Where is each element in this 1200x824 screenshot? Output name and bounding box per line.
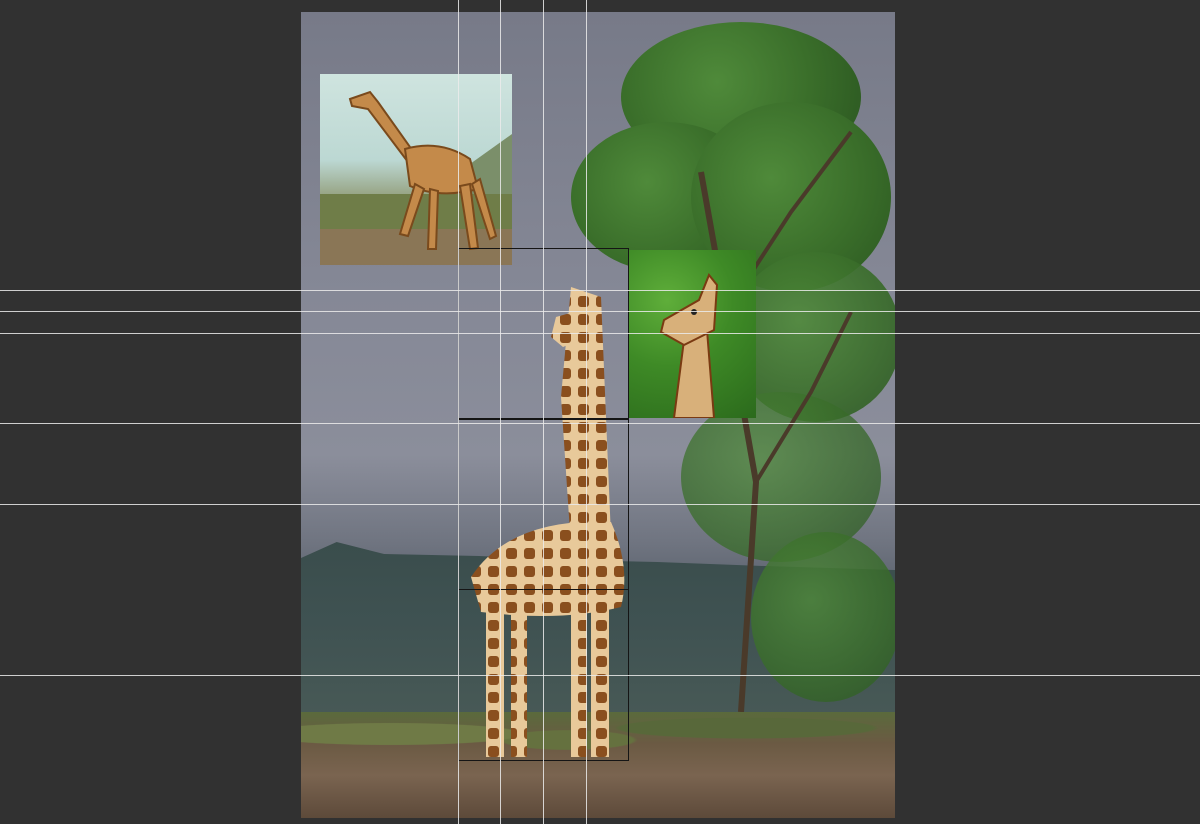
guide-vertical[interactable] bbox=[543, 0, 544, 824]
inset-image-walking-giraffe[interactable] bbox=[320, 74, 512, 265]
guide-horizontal[interactable] bbox=[0, 423, 1200, 424]
guide-horizontal[interactable] bbox=[0, 290, 1200, 291]
guide-vertical[interactable] bbox=[586, 0, 587, 824]
guide-horizontal[interactable] bbox=[0, 311, 1200, 312]
inset-image-giraffe-head[interactable] bbox=[629, 250, 756, 418]
guide-vertical[interactable] bbox=[500, 0, 501, 824]
guide-horizontal[interactable] bbox=[0, 504, 1200, 505]
guide-horizontal[interactable] bbox=[0, 675, 1200, 676]
editor-workspace bbox=[0, 0, 1200, 824]
guide-horizontal[interactable] bbox=[0, 333, 1200, 334]
guide-vertical[interactable] bbox=[458, 0, 459, 824]
